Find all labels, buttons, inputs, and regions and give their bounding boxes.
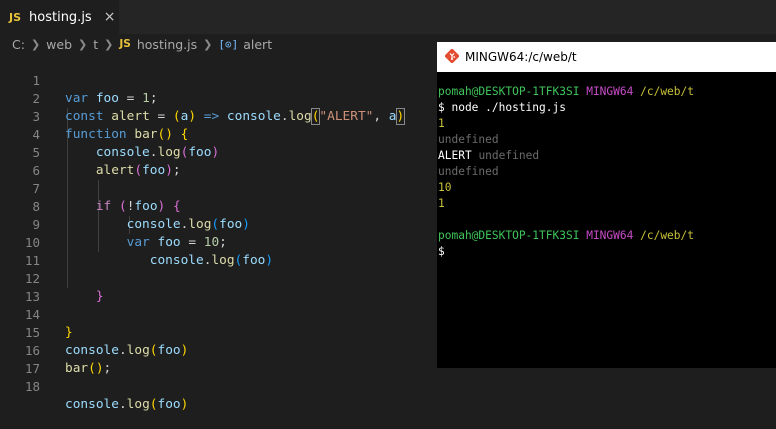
terminal-title-bar[interactable]: MINGW64:/c/web/t	[437, 42, 776, 72]
breadcrumb-item-drive[interactable]: C:	[12, 37, 25, 52]
javascript-file-icon: JS	[119, 38, 131, 50]
terminal-title: MINGW64:/c/web/t	[465, 50, 577, 64]
terminal-window[interactable]: MINGW64:/c/web/t pomah@DESKTOP-1TFK3SI M…	[437, 42, 776, 368]
chevron-right-icon: ❯	[78, 37, 88, 51]
tab-hosting-js[interactable]: JS hosting.js ×	[0, 0, 119, 34]
breadcrumb-item-web[interactable]: web	[46, 37, 72, 52]
javascript-file-icon: JS	[9, 10, 22, 24]
tab-filename: hosting.js	[29, 9, 92, 25]
breadcrumb-item-t[interactable]: t	[93, 37, 98, 52]
chevron-right-icon: ❯	[30, 37, 41, 51]
breadcrumb: C: ❯ web ❯ t ❯ JS hosting.js ❯ [⊙] alert	[0, 34, 272, 54]
chevron-right-icon: ❯	[104, 37, 114, 51]
line-number: 18	[24, 379, 40, 394]
editor-tab-bar: JS hosting.js ×	[0, 0, 776, 34]
variable-symbol-icon: [⊙]	[218, 37, 239, 51]
chevron-right-icon: ❯	[203, 37, 213, 51]
git-bash-icon	[444, 47, 460, 67]
breadcrumb-item-symbol[interactable]: alert	[243, 37, 272, 52]
terminal-output: pomah@DESKTOP-1TFK3SI MINGW64 /c/web/t $…	[438, 85, 694, 258]
breadcrumb-item-file[interactable]: hosting.js	[137, 37, 197, 52]
close-icon[interactable]: ×	[104, 9, 116, 25]
